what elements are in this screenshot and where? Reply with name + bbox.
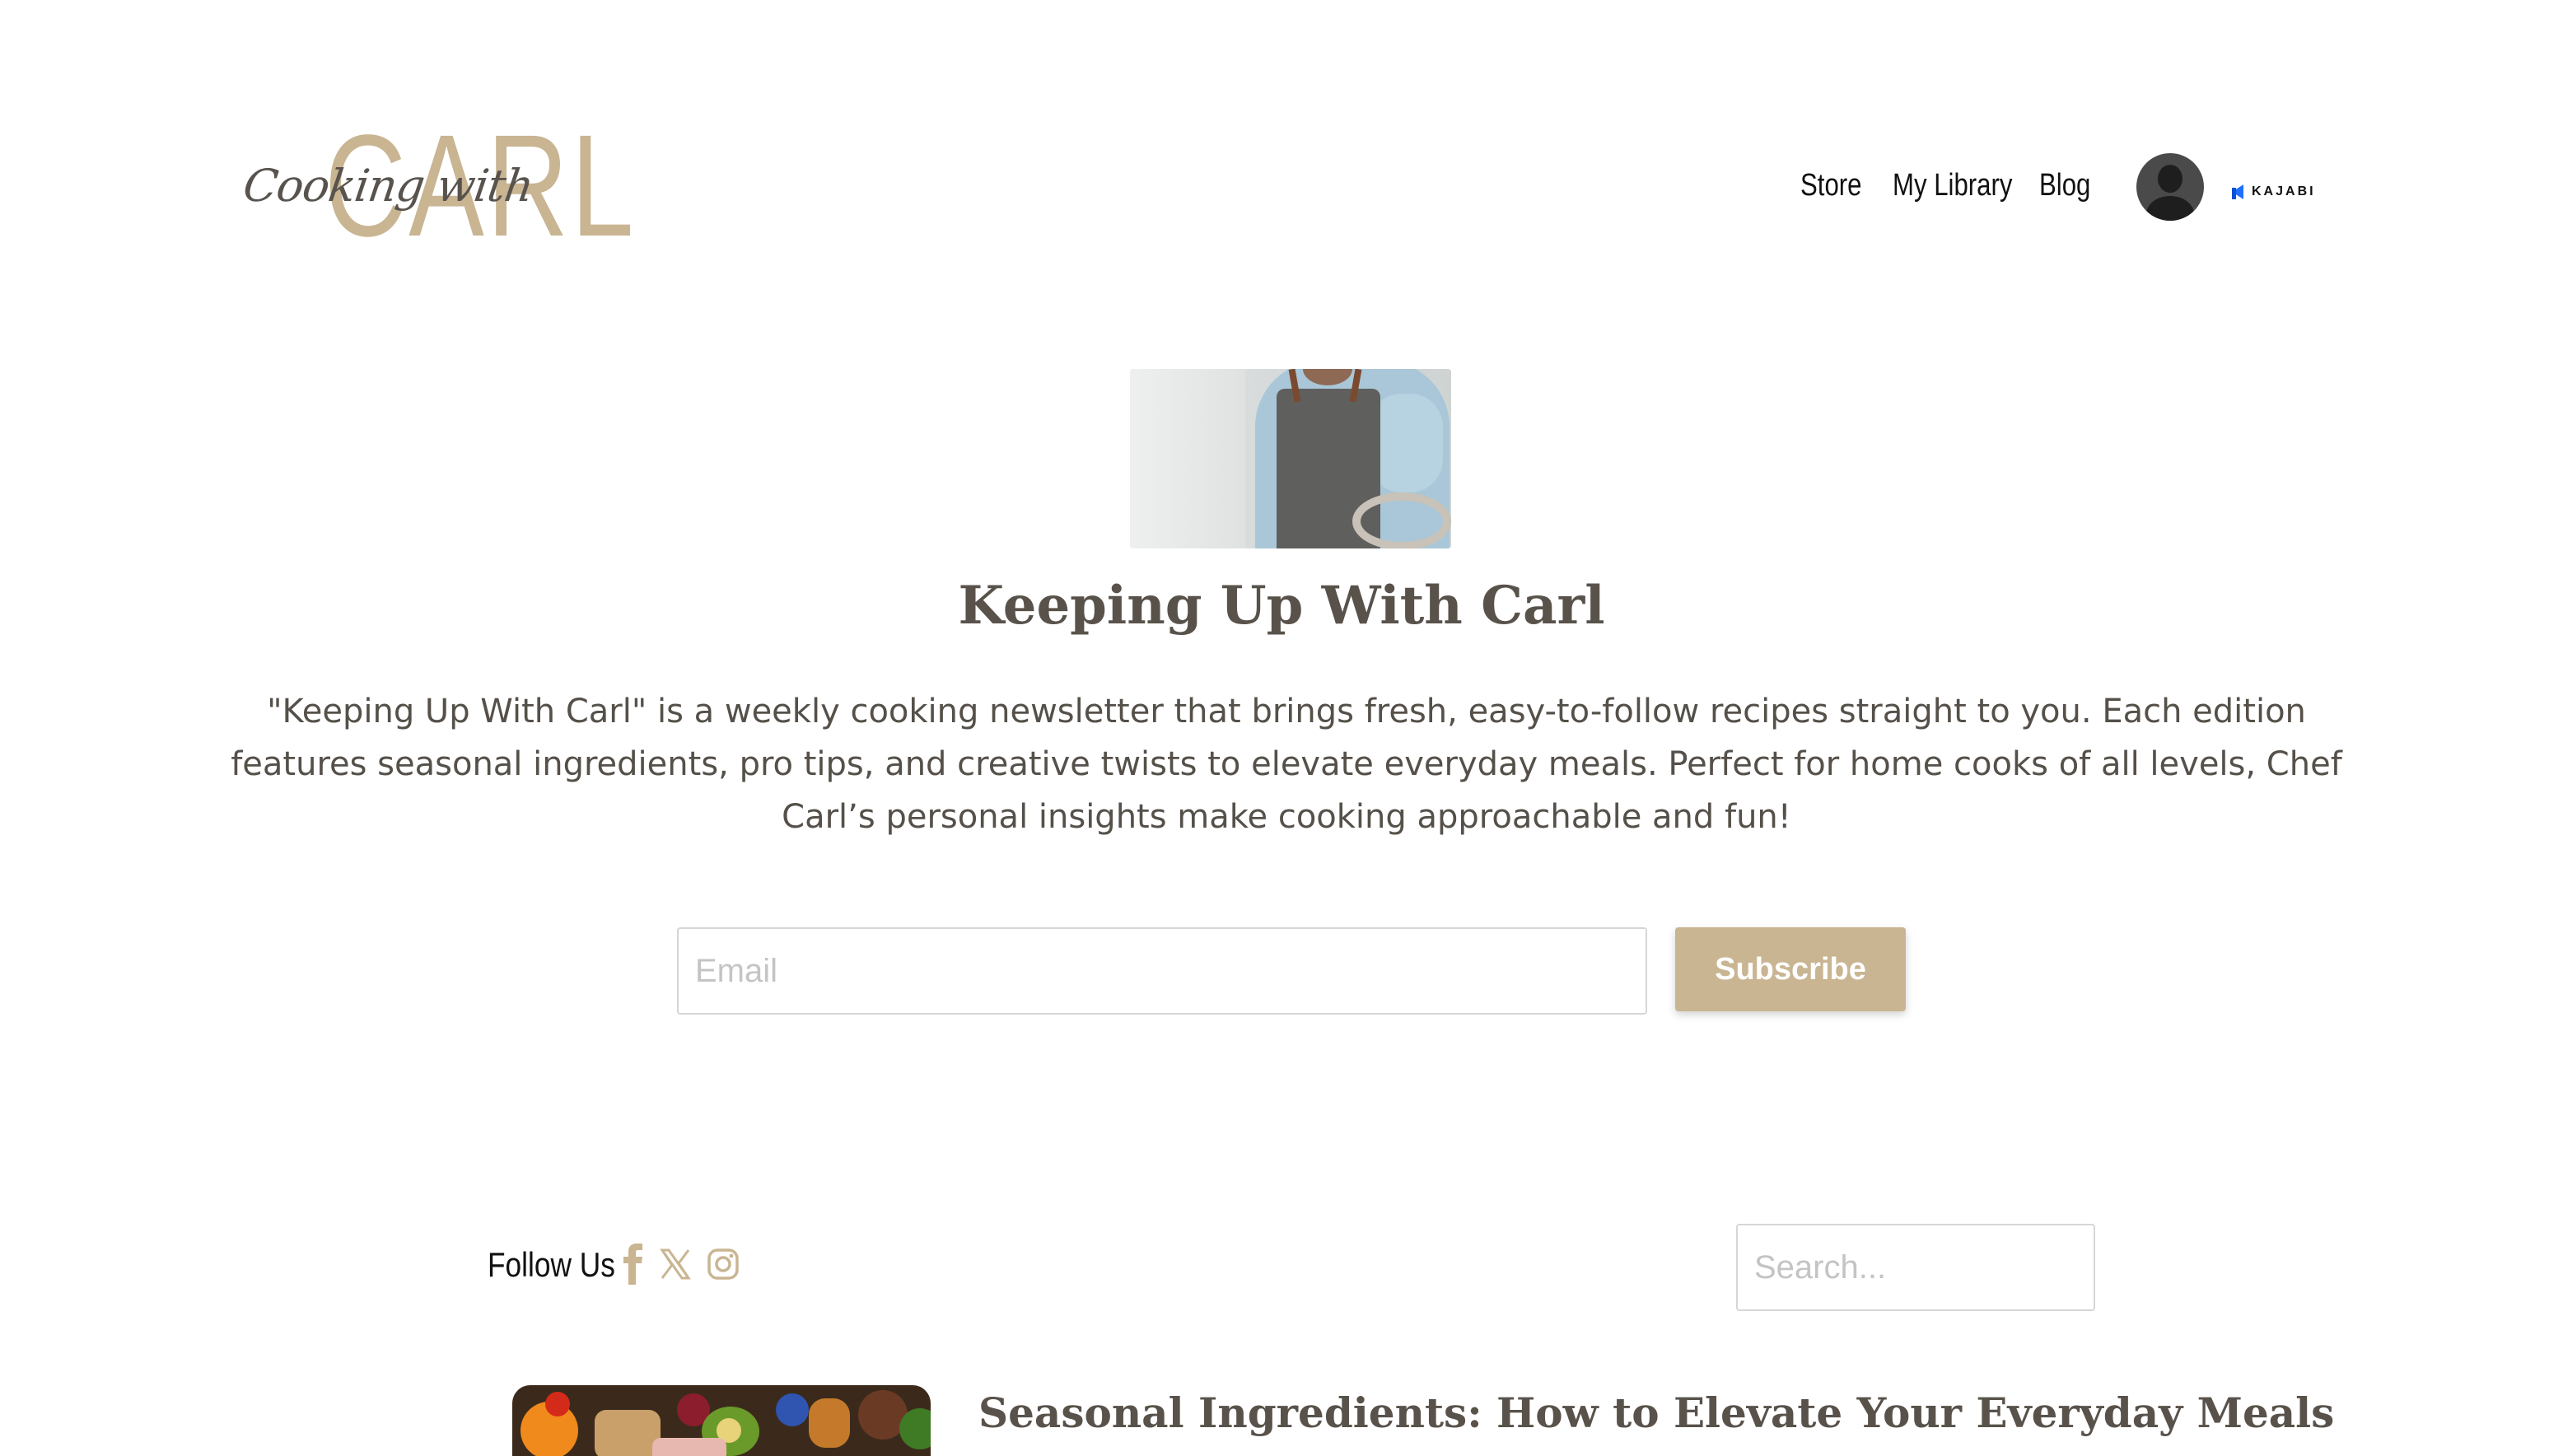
nav-link-store[interactable]: Store bbox=[1800, 168, 1861, 203]
nav-link-my-library[interactable]: My Library bbox=[1893, 168, 2012, 203]
logo-script-text: Cooking with bbox=[240, 160, 537, 212]
avatar-head-shape bbox=[2158, 165, 2183, 193]
post-thumbnail[interactable] bbox=[512, 1385, 931, 1456]
search-input[interactable] bbox=[1736, 1224, 2095, 1311]
user-avatar[interactable] bbox=[2136, 153, 2204, 221]
follow-us-label: Follow Us bbox=[488, 1245, 615, 1284]
nav-link-blog[interactable]: Blog bbox=[2039, 168, 2090, 203]
avatar-body-shape bbox=[2146, 196, 2194, 221]
page-title: Keeping Up With Carl bbox=[958, 575, 1605, 637]
kajabi-label: KAJABI bbox=[2252, 184, 2316, 198]
kajabi-logo-icon bbox=[2232, 184, 2247, 199]
hero-image bbox=[1130, 369, 1451, 548]
page: CARL Cooking with Store My Library Blog … bbox=[0, 0, 2563, 1456]
subscribe-button[interactable]: Subscribe bbox=[1675, 927, 1906, 1011]
hero-description: "Keeping Up With Carl" is a weekly cooki… bbox=[231, 693, 2342, 836]
x-twitter-icon[interactable] bbox=[659, 1244, 692, 1285]
facebook-icon[interactable] bbox=[618, 1244, 651, 1285]
kajabi-badge[interactable]: KAJABI bbox=[2232, 184, 2316, 199]
instagram-icon[interactable] bbox=[707, 1244, 740, 1285]
email-input[interactable] bbox=[677, 927, 1647, 1015]
post-title-link[interactable]: Seasonal Ingredients: How to Elevate You… bbox=[978, 1388, 2334, 1437]
